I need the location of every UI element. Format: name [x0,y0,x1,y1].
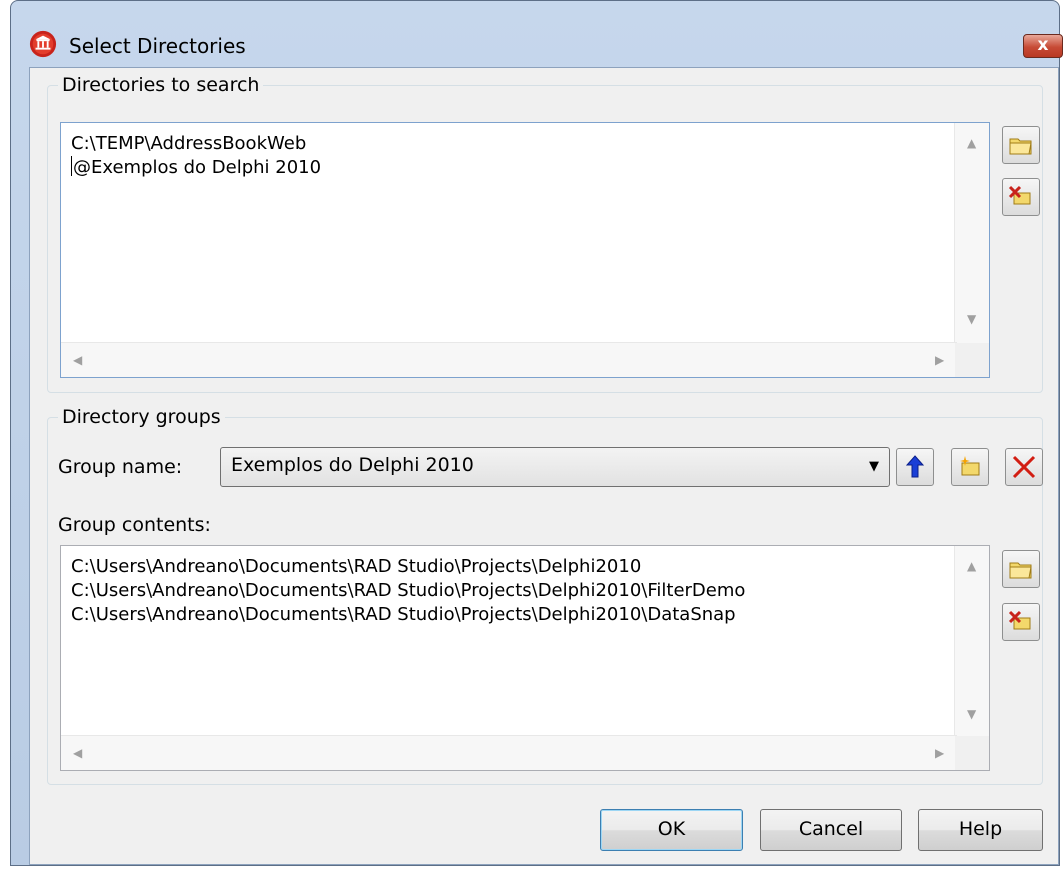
group-name-combobox[interactable]: Exemplos do Delphi 2010 ▼ [220,447,890,487]
vertical-scrollbar[interactable]: ▲ ▼ [954,123,989,345]
directories-to-search-legend: Directories to search [58,73,264,97]
scroll-down-icon[interactable]: ▼ [967,313,976,325]
horizontal-scrollbar[interactable]: ◀ ▶ [61,735,957,770]
delete-invalid-group-paths-button[interactable] [1002,603,1040,641]
directories-to-search-list[interactable]: C:\TEMP\AddressBookWeb @Exemplos do Delp… [60,122,990,378]
group-contents-lines: C:\Users\Andreano\Documents\RAD Studio\P… [71,555,745,627]
scroll-left-icon[interactable]: ◀ [73,747,82,759]
group-name-value: Exemplos do Delphi 2010 [231,454,474,476]
app-icon [29,30,57,58]
select-directories-dialog: Select Directories x Directories to sear… [10,0,1063,866]
folder-icon [1009,138,1032,155]
list-item[interactable]: C:\Users\Andreano\Documents\RAD Studio\P… [71,555,745,579]
folder-icon [1009,562,1032,579]
delete-group-button[interactable] [1005,448,1043,486]
scrollbar-corner [955,736,989,770]
horizontal-scrollbar[interactable]: ◀ ▶ [61,342,957,377]
list-item[interactable]: @Exemplos do Delphi 2010 [71,156,321,180]
new-group-button[interactable] [951,448,989,486]
delete-invalid-icon [1008,185,1031,205]
scroll-up-icon[interactable]: ▲ [967,560,976,572]
chevron-down-icon[interactable]: ▼ [869,459,879,474]
dialog-client-area: Directories to search C:\TEMP\AddressBoo… [29,67,1059,865]
scroll-up-icon[interactable]: ▲ [967,137,976,149]
group-contents-label: Group contents: [58,514,211,536]
browse-folder-button[interactable] [1002,126,1040,164]
delete-icon [1012,455,1036,479]
ok-button[interactable]: OK [600,809,743,851]
text-caret [71,156,72,176]
directories-list-lines: C:\TEMP\AddressBookWeb @Exemplos do Delp… [71,132,321,180]
close-icon: x [1037,35,1049,55]
scroll-right-icon[interactable]: ▶ [935,747,944,759]
arrow-up-icon [905,455,925,478]
directory-groups-legend: Directory groups [58,405,225,429]
list-item[interactable]: C:\TEMP\AddressBookWeb [71,132,321,156]
browse-group-folder-button[interactable] [1002,550,1040,588]
help-button[interactable]: Help [918,809,1043,851]
cancel-button[interactable]: Cancel [760,809,902,851]
list-item-text: @Exemplos do Delphi 2010 [73,157,322,178]
close-button[interactable]: x [1023,34,1063,58]
list-item[interactable]: C:\Users\Andreano\Documents\RAD Studio\P… [71,579,745,603]
add-group-to-search-button[interactable] [896,448,934,486]
delete-invalid-icon [1008,610,1031,630]
group-contents-list[interactable]: C:\Users\Andreano\Documents\RAD Studio\P… [60,545,990,771]
group-name-label: Group name: [58,456,183,478]
list-item[interactable]: C:\Users\Andreano\Documents\RAD Studio\P… [71,603,745,627]
scrollbar-corner [955,343,989,377]
scroll-down-icon[interactable]: ▼ [967,708,976,720]
window-title: Select Directories [69,34,246,58]
delete-invalid-paths-button[interactable] [1002,178,1040,216]
new-folder-icon [960,456,980,476]
vertical-scrollbar[interactable]: ▲ ▼ [954,546,989,738]
scroll-left-icon[interactable]: ◀ [73,354,82,366]
scroll-right-icon[interactable]: ▶ [935,354,944,366]
